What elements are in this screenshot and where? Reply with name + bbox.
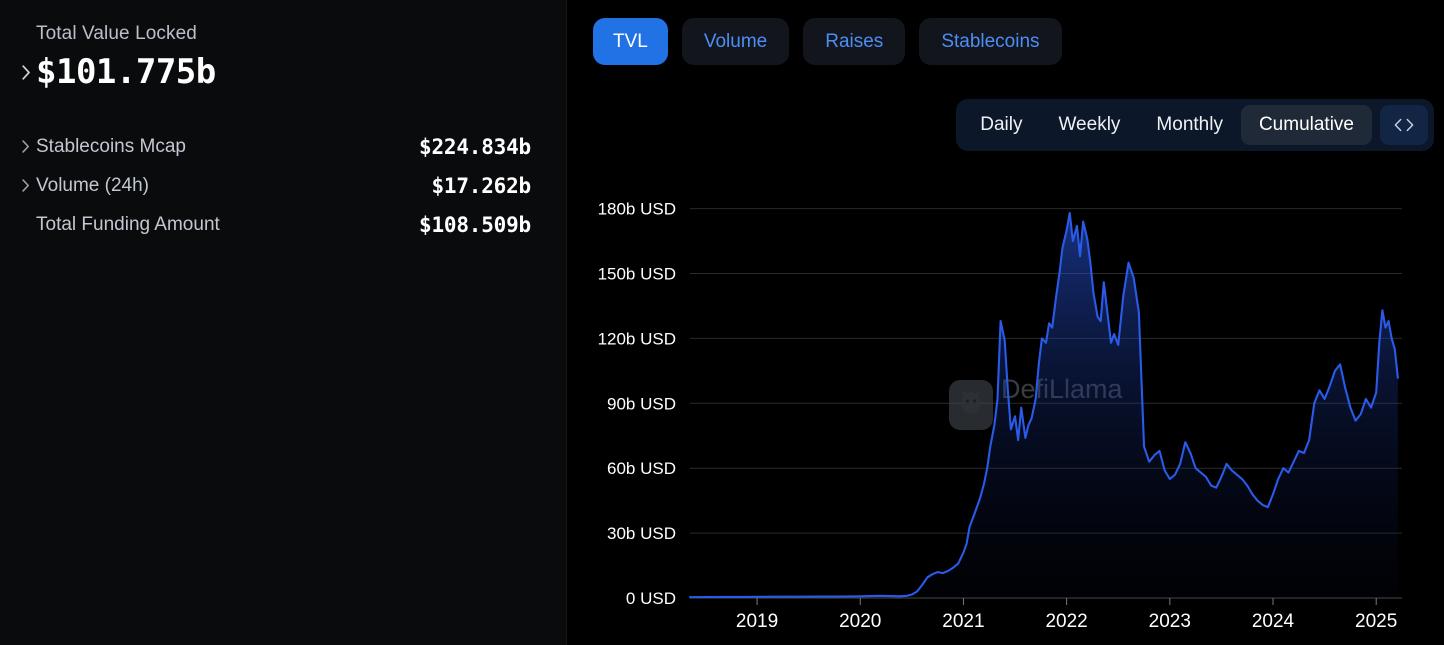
tvl-summary: Total Value Locked $101.775b — [16, 22, 531, 93]
y-tick-label: 120b USD — [598, 329, 676, 348]
stat-list: Stablecoins Mcap $224.834b Volume (24h) … — [16, 127, 531, 244]
chart-x-axis — [756, 598, 1377, 605]
x-tick-label: 2025 — [1355, 611, 1397, 632]
chevron-right-icon[interactable] — [16, 140, 36, 153]
x-tick-label: 2023 — [1149, 611, 1191, 632]
x-tick-label: 2021 — [942, 611, 984, 632]
tab-stablecoins[interactable]: Stablecoins — [919, 18, 1062, 65]
stat-value: $17.262b — [431, 173, 531, 198]
tvl-value: $101.775b — [36, 52, 216, 92]
stats-sidebar: Total Value Locked $101.775b Stablecoins… — [0, 0, 567, 645]
x-tick-label: 2024 — [1252, 611, 1295, 632]
chart-svg: 0 USD 30b USD 60b USD 90b USD 120b USD 150b U… — [598, 200, 1402, 632]
chart-panel: TVL Volume Raises Stablecoins Daily Week… — [567, 0, 1444, 645]
chart-area-fill — [690, 212, 1398, 598]
metric-tabs: TVL Volume Raises Stablecoins — [593, 18, 1062, 65]
y-tick-label: 0 USD — [626, 589, 676, 608]
tvl-value-row[interactable]: $101.775b — [16, 51, 531, 93]
freq-weekly[interactable]: Weekly — [1040, 105, 1138, 145]
stat-row-stablecoins-mcap[interactable]: Stablecoins Mcap $224.834b — [16, 127, 531, 166]
x-tick-label: 2020 — [839, 611, 881, 632]
x-tick-label: 2022 — [1045, 611, 1087, 632]
chevron-right-icon[interactable] — [16, 64, 36, 80]
y-tick-label: 60b USD — [607, 459, 676, 478]
tab-volume[interactable]: Volume — [681, 18, 790, 65]
freq-cumulative[interactable]: Cumulative — [1240, 105, 1372, 145]
y-tick-label: 30b USD — [607, 524, 676, 543]
tvl-area-chart[interactable]: 0 USD 30b USD 60b USD 90b USD 120b USD 150b U… — [567, 180, 1444, 645]
stat-label: Volume (24h) — [36, 174, 150, 196]
stat-value: $224.834b — [419, 134, 531, 159]
freq-daily[interactable]: Daily — [962, 105, 1040, 145]
stat-row-volume-24h[interactable]: Volume (24h) $17.262b — [16, 166, 531, 205]
defillama-dashboard: Total Value Locked $101.775b Stablecoins… — [0, 0, 1444, 645]
tvl-label: Total Value Locked — [36, 23, 197, 44]
x-tick-label: 2019 — [736, 611, 778, 632]
y-tick-label: 150b USD — [598, 265, 676, 284]
stat-label: Stablecoins Mcap — [36, 135, 186, 157]
tab-tvl[interactable]: TVL — [593, 18, 668, 65]
stat-label: Total Funding Amount — [36, 213, 220, 235]
stat-value: $108.509b — [419, 212, 531, 237]
chart-x-axis-labels: 2019 2020 2021 2022 2023 2024 2025 — [736, 611, 1397, 632]
code-brackets-icon[interactable] — [1380, 105, 1428, 145]
y-tick-label: 90b USD — [607, 394, 676, 413]
chart-y-axis-labels: 0 USD 30b USD 60b USD 90b USD 120b USD 150b U… — [598, 200, 676, 608]
tab-raises[interactable]: Raises — [803, 18, 906, 65]
y-tick-label: 180b USD — [598, 200, 676, 219]
frequency-selector: Daily Weekly Monthly Cumulative — [956, 99, 1434, 151]
stat-row-total-funding-amount: Total Funding Amount $108.509b — [16, 205, 531, 244]
chevron-right-icon[interactable] — [16, 179, 36, 192]
freq-monthly[interactable]: Monthly — [1138, 105, 1241, 145]
